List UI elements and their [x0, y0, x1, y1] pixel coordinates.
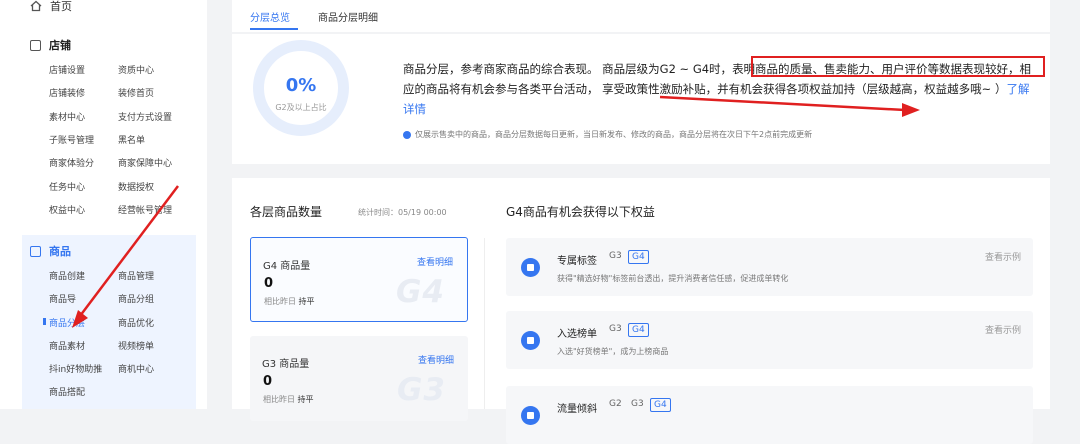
arrow-to-menu-head — [72, 310, 88, 328]
arrow-to-text-head — [902, 103, 920, 117]
arrow-to-text — [659, 95, 906, 112]
arrow-to-menu — [79, 185, 179, 317]
annotation-arrows — [72, 95, 920, 328]
